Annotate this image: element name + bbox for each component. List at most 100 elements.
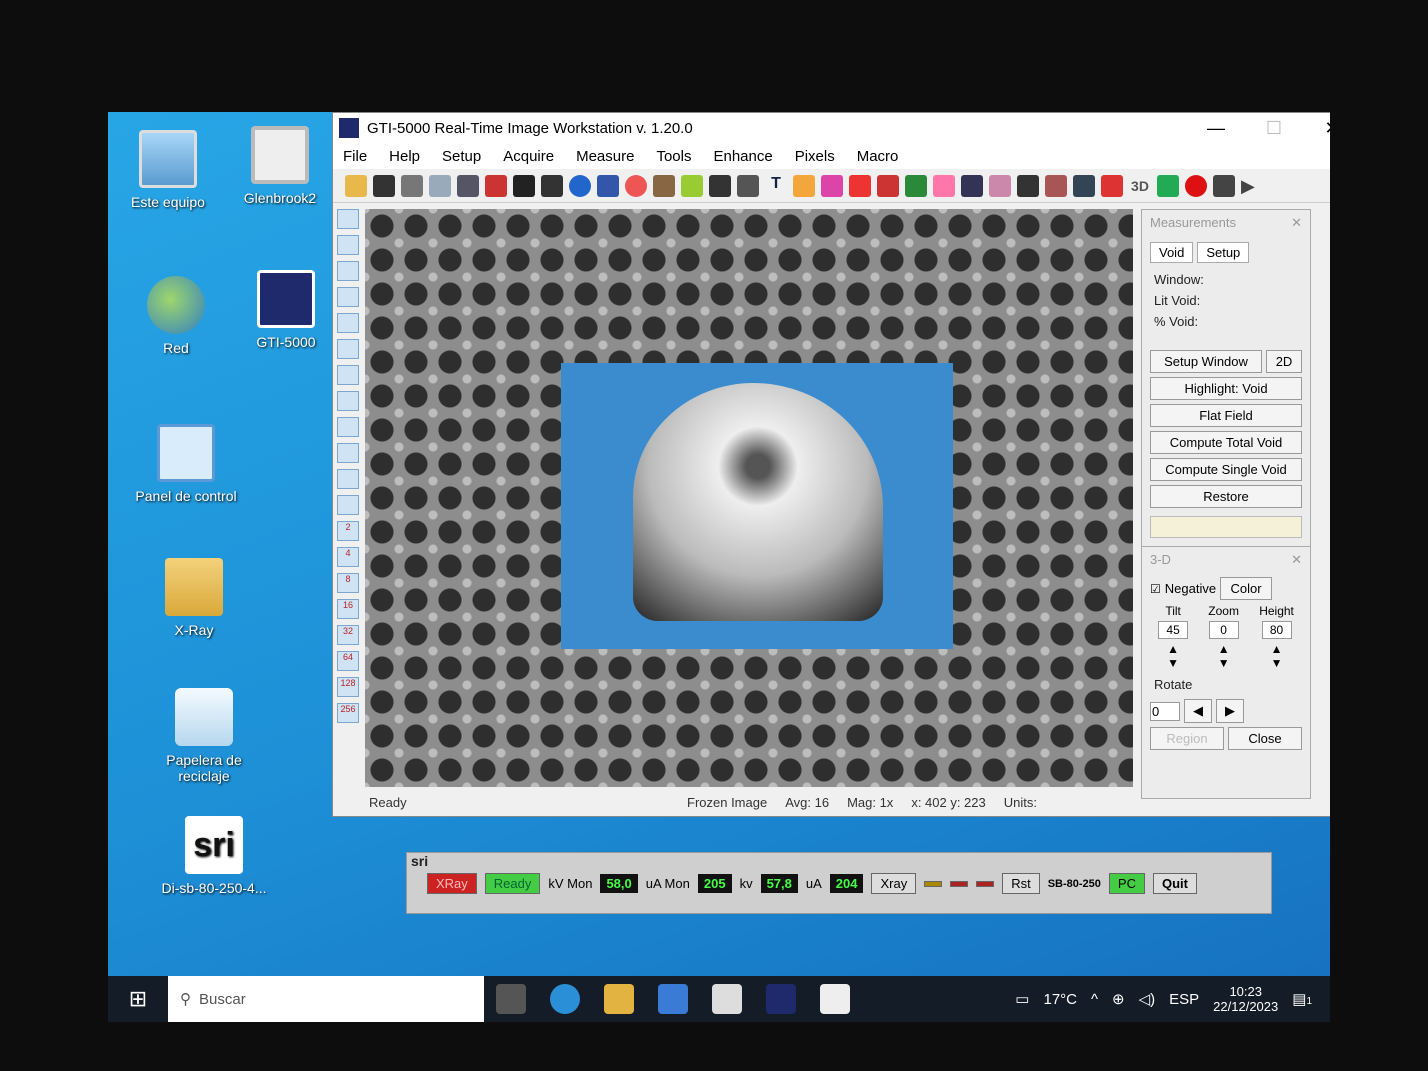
desktop-icon-glenbrook2[interactable]: Glenbrook2 (220, 126, 340, 206)
minimize-button[interactable]: — (1187, 118, 1245, 139)
zoom-in-icon[interactable] (337, 443, 359, 463)
weather-icon[interactable]: ▭ (1015, 990, 1029, 1008)
tool-undo-icon[interactable] (337, 287, 359, 307)
quit-button[interactable]: Quit (1152, 873, 1197, 894)
3d-button[interactable]: 3D (1129, 175, 1151, 197)
reset-icon[interactable] (485, 174, 507, 197)
open-icon[interactable] (345, 174, 367, 197)
hands-icon[interactable] (597, 174, 619, 197)
average-4-button[interactable]: 4 (337, 547, 359, 567)
average-32-button[interactable]: 32 (337, 625, 359, 645)
volume-icon[interactable]: ◁) (1139, 990, 1156, 1008)
text-icon[interactable]: T (765, 175, 787, 197)
tilt-stepper[interactable]: ▲ ▼ (1158, 642, 1188, 670)
eraser-icon[interactable] (821, 174, 843, 197)
average-64-button[interactable]: 64 (337, 651, 359, 671)
tilt-input[interactable]: 45 (1158, 621, 1189, 639)
stop-icon[interactable] (1213, 174, 1235, 197)
menu-enhance[interactable]: Enhance (713, 148, 772, 165)
compute-total-void-button[interactable]: Compute Total Void (1150, 431, 1302, 454)
tool-step1-icon[interactable] (337, 313, 359, 333)
sqrt-icon[interactable] (337, 469, 359, 489)
tab-setup[interactable]: Setup (1197, 242, 1250, 263)
target-icon[interactable] (625, 174, 647, 197)
tool-rotate-icon[interactable] (337, 209, 359, 229)
chevron-up-icon[interactable]: ^ (1091, 991, 1098, 1008)
store-icon[interactable] (658, 984, 688, 1014)
mail-icon[interactable] (712, 984, 742, 1014)
mode-2d-button[interactable]: 2D (1266, 350, 1302, 373)
record-icon[interactable] (1185, 174, 1207, 197)
weather-temp[interactable]: 17°C (1043, 991, 1077, 1008)
xray-button[interactable]: Xray (871, 873, 917, 894)
average-16-button[interactable]: 16 (337, 599, 359, 619)
compare-icon[interactable] (989, 174, 1011, 197)
desktop-icon-panel-de-control[interactable]: Panel de control (126, 424, 246, 504)
save-icon[interactable] (373, 174, 395, 197)
desktop-icon-gti-5000[interactable]: GTI-5000 (226, 270, 346, 350)
kv-setpoint[interactable]: 57,8 (760, 874, 798, 893)
setup-window-button[interactable]: Setup Window (1150, 350, 1262, 373)
menu-help[interactable]: Help (389, 148, 420, 165)
calculator-icon[interactable] (737, 174, 759, 197)
desktop-icon-este-equipo[interactable]: Este equipo (108, 130, 228, 210)
rotate-input[interactable]: 0 (1150, 701, 1180, 721)
average-256-button[interactable]: 256 (337, 703, 359, 723)
zoom-icon[interactable] (337, 391, 359, 411)
restore-button[interactable]: Restore (1150, 485, 1302, 508)
play-icon[interactable]: ▶ (1241, 175, 1263, 197)
excel-icon[interactable] (905, 174, 927, 197)
title-bar[interactable]: GTI-5000 Real-Time Image Workstation v. … (333, 113, 1330, 143)
menu-measure[interactable]: Measure (576, 148, 634, 165)
maximize-button[interactable]: ☐ (1245, 118, 1303, 139)
notifications-icon[interactable]: ▤1 (1292, 990, 1312, 1008)
desktop-icon-di-sb[interactable]: sri Di-sb-80-250-4... (154, 816, 274, 896)
average-2-button[interactable]: 2 (337, 521, 359, 541)
edge-icon[interactable] (550, 984, 580, 1014)
menu-file[interactable]: File (343, 148, 367, 165)
film-icon[interactable] (1157, 174, 1179, 197)
desktop-icon-x-ray[interactable]: X-Ray (134, 558, 254, 638)
desktop-icon-papelera[interactable]: Papelera de reciclaje (144, 688, 264, 784)
grid-select-icon[interactable] (681, 174, 703, 197)
crosshair-icon[interactable] (877, 174, 899, 197)
undo-icon[interactable] (1073, 174, 1095, 197)
tool-camera-icon[interactable] (337, 235, 359, 255)
export-icon[interactable] (457, 174, 479, 197)
print-icon[interactable] (401, 174, 423, 197)
tab-void[interactable]: Void (1150, 242, 1194, 263)
flip-icon[interactable] (569, 174, 591, 197)
close-button[interactable]: ✕ (1303, 118, 1330, 139)
zoom-stepper[interactable]: ▲ ▼ (1208, 642, 1239, 670)
task-view-icon[interactable] (496, 984, 526, 1014)
menu-macro[interactable]: Macro (857, 148, 899, 165)
network-tray-icon[interactable]: ⊕ (1112, 990, 1125, 1008)
ruler-icon[interactable] (541, 174, 563, 197)
region-icon[interactable] (933, 174, 955, 197)
3d-close-button[interactable]: Close (1228, 727, 1302, 750)
ua-setpoint[interactable]: 204 (829, 874, 864, 893)
height-stepper[interactable]: ▲ ▼ (1259, 642, 1294, 670)
rotate-left-icon[interactable]: ◀ (1184, 699, 1212, 723)
dots-grid-icon[interactable] (709, 174, 731, 197)
flat-field-button[interactable]: Flat Field (1150, 404, 1302, 427)
compute-single-void-button[interactable]: Compute Single Void (1150, 458, 1302, 481)
tool-step2-icon[interactable] (337, 339, 359, 359)
sum-icon[interactable] (337, 495, 359, 515)
highlight-void-button[interactable]: Highlight: Void (1150, 377, 1302, 400)
histogram-icon[interactable] (513, 174, 535, 197)
sri-taskbar-icon[interactable] (820, 984, 850, 1014)
average-8-button[interactable]: 8 (337, 573, 359, 593)
start-button[interactable]: ⊞ (108, 986, 168, 1012)
zoom-out-icon[interactable] (337, 417, 359, 437)
height-input[interactable]: 80 (1261, 621, 1292, 639)
tool-step3-icon[interactable] (337, 365, 359, 385)
tool-frame-icon[interactable] (337, 261, 359, 281)
crop-icon[interactable] (1017, 174, 1039, 197)
menu-acquire[interactable]: Acquire (503, 148, 554, 165)
3d-close-icon[interactable]: ✕ (1291, 547, 1310, 573)
file-explorer-icon[interactable] (604, 984, 634, 1014)
chart-icon[interactable] (1101, 174, 1123, 197)
zoom-input[interactable]: 0 (1208, 621, 1239, 639)
search-box[interactable]: ⚲ Buscar (168, 976, 484, 1022)
